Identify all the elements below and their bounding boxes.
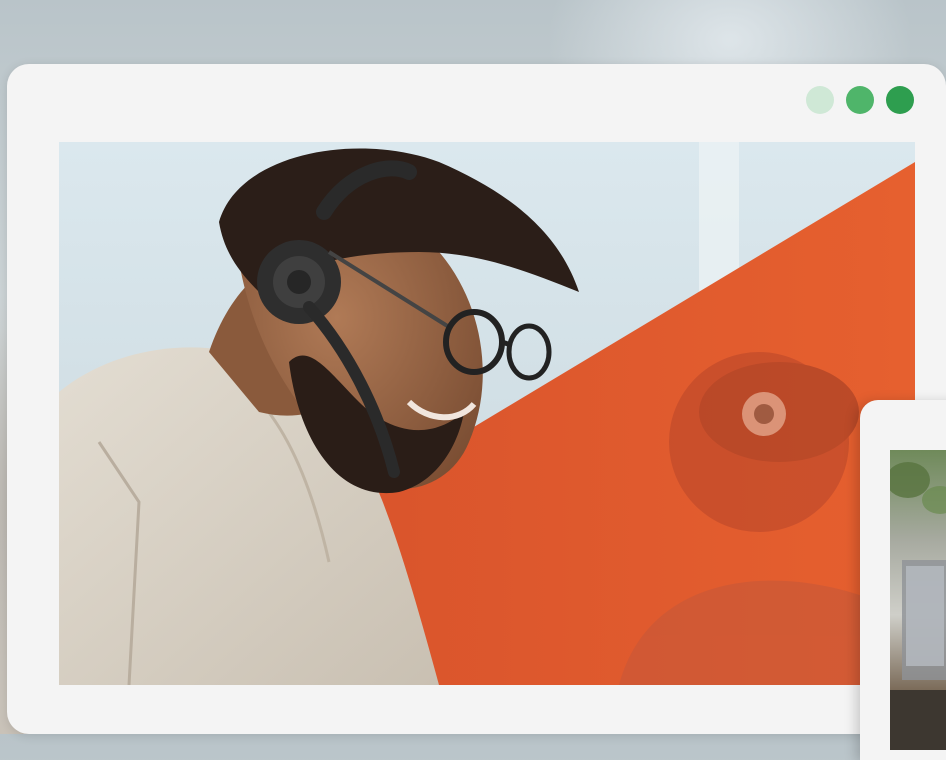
browser-window-frame: [7, 64, 946, 734]
window-dot-dark[interactable]: [886, 86, 914, 114]
window-dot-light[interactable]: [806, 86, 834, 114]
window-controls: [806, 86, 914, 114]
secondary-illustration: [890, 462, 946, 750]
secondary-window-frame: [860, 400, 946, 760]
hero-illustration: [59, 142, 915, 685]
secondary-photo-thumbnail: [890, 450, 946, 750]
hero-image: [59, 142, 915, 685]
window-dot-medium[interactable]: [846, 86, 874, 114]
